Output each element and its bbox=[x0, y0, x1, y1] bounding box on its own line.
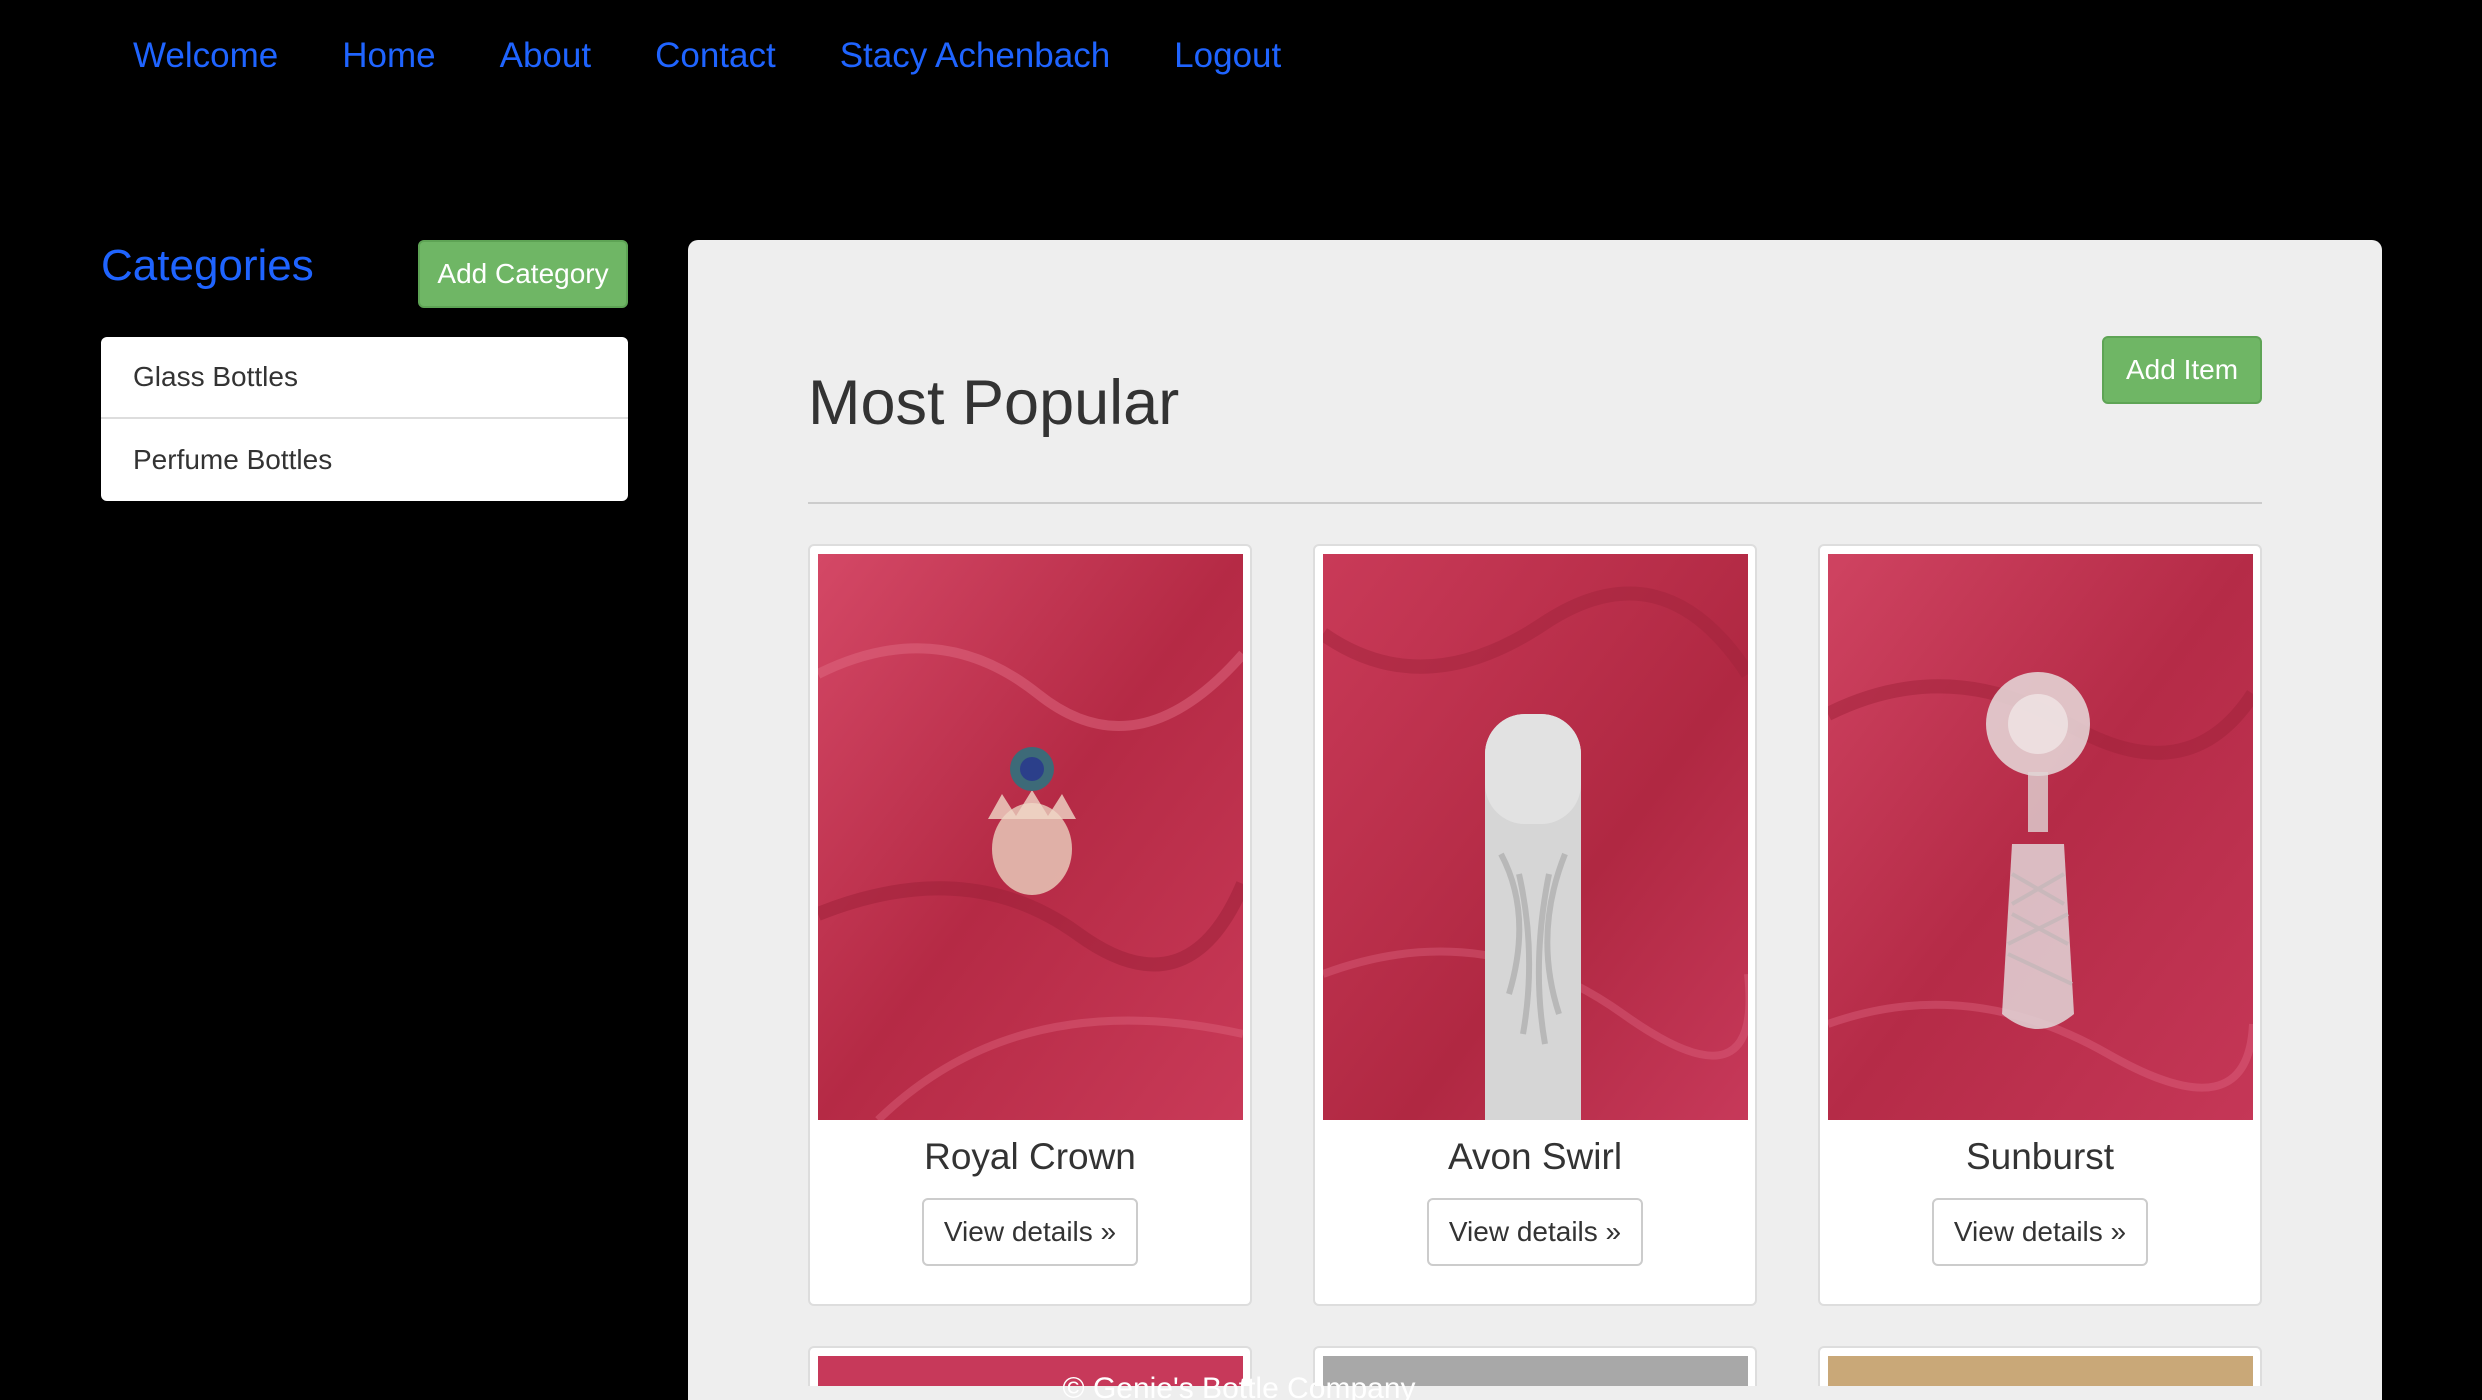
nav-logout-link[interactable]: Logout bbox=[1174, 38, 1281, 73]
add-item-button[interactable]: Add Item bbox=[2102, 336, 2262, 404]
category-item-perfume-bottles[interactable]: Perfume Bottles bbox=[101, 419, 628, 501]
nav-home-link[interactable]: Home bbox=[342, 38, 435, 73]
product-title: Avon Swirl bbox=[1447, 1136, 1623, 1177]
sunburst-bottle-photo bbox=[1828, 554, 2253, 1120]
product-image-sunburst[interactable] bbox=[1828, 554, 2253, 1120]
nav-about-link[interactable]: About bbox=[500, 38, 591, 73]
royal-crown-bottle-photo bbox=[818, 554, 1243, 1120]
product-card: Avon Swirl View details » bbox=[1313, 544, 1757, 1306]
copyright-text: © Genie's Bottle Company bbox=[1062, 1372, 1416, 1400]
product-image-royal-crown[interactable] bbox=[818, 554, 1243, 1120]
view-details-button[interactable]: View details » bbox=[1932, 1198, 2148, 1266]
divider bbox=[808, 502, 2262, 504]
nav-welcome-link[interactable]: Welcome bbox=[133, 38, 278, 73]
add-category-button[interactable]: Add Category bbox=[418, 240, 628, 308]
top-nav: Welcome Home About Contact Stacy Achenba… bbox=[0, 0, 2482, 110]
nav-contact-link[interactable]: Contact bbox=[655, 38, 776, 73]
product-title: Sunburst bbox=[1965, 1136, 2115, 1177]
category-list: Glass Bottles Perfume Bottles bbox=[101, 337, 628, 501]
categories-heading: Categories bbox=[101, 241, 314, 290]
footer: © Genie's Bottle Company bbox=[0, 1374, 2482, 1400]
product-title: Royal Crown bbox=[924, 1136, 1136, 1177]
nav-user-link[interactable]: Stacy Achenbach bbox=[840, 38, 1110, 73]
product-card: Sunburst View details » bbox=[1818, 544, 2262, 1306]
view-details-button[interactable]: View details » bbox=[922, 1198, 1138, 1266]
main-panel: Most Popular Add Item Royal Crown View d… bbox=[688, 240, 2382, 1400]
product-card: Royal Crown View details » bbox=[808, 544, 1252, 1306]
view-details-button[interactable]: View details » bbox=[1427, 1198, 1643, 1266]
page-title: Most Popular bbox=[808, 368, 1180, 438]
product-image-avon-swirl[interactable] bbox=[1323, 554, 1748, 1120]
category-item-glass-bottles[interactable]: Glass Bottles bbox=[101, 337, 628, 419]
avon-swirl-bottle-photo bbox=[1323, 554, 1748, 1120]
